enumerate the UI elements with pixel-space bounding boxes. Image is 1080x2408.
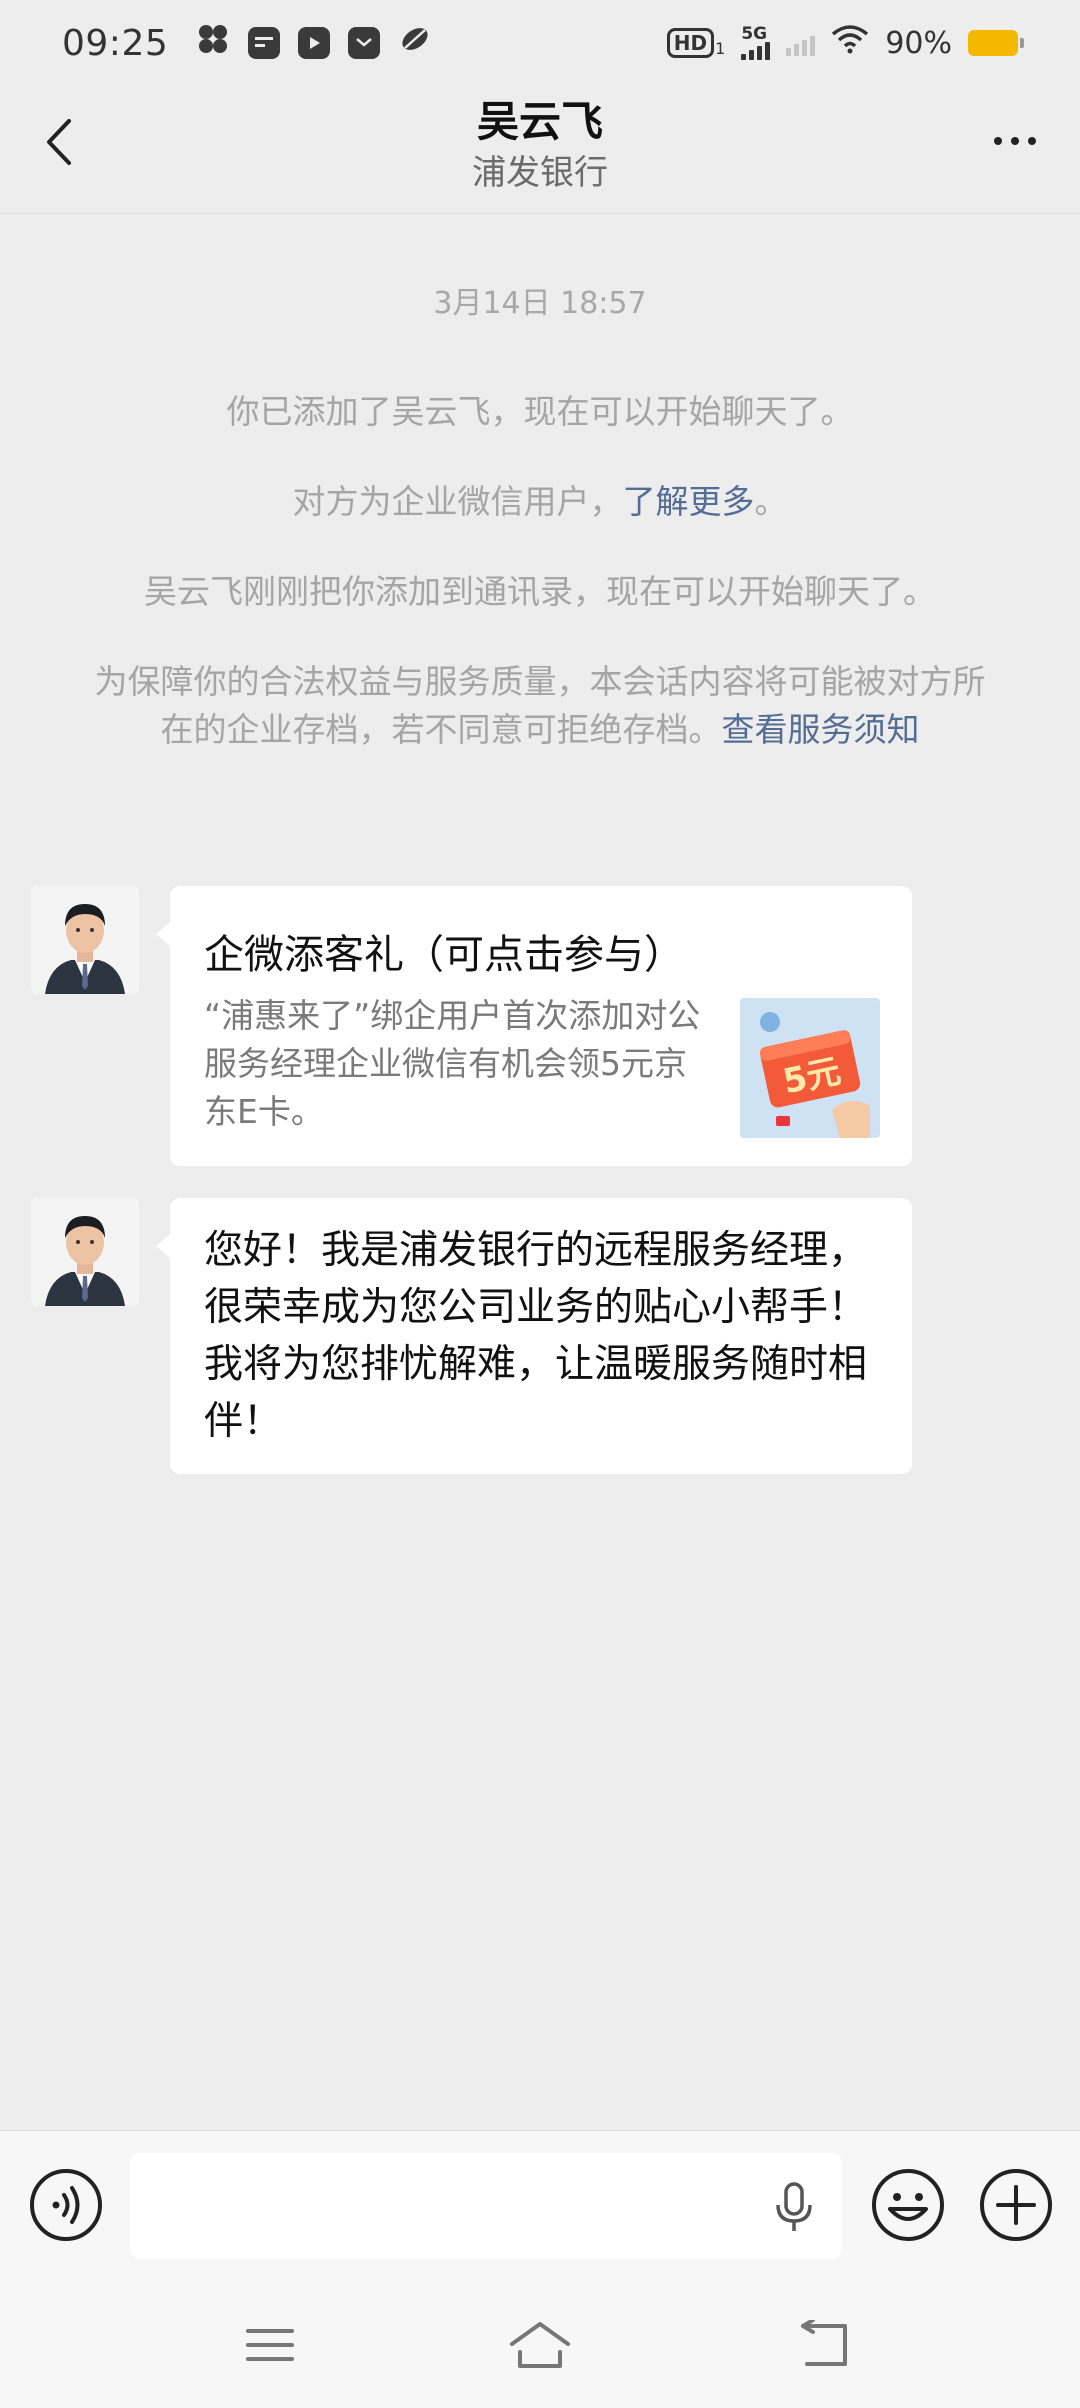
chat-subtitle: 浦发银行 bbox=[472, 153, 608, 193]
chat-screen: 09:25 HD 1 5G 90% 吴云飞 浦发银行 3月14日 18:57 你… bbox=[0, 0, 1080, 2408]
nav-back-button[interactable] bbox=[784, 2310, 864, 2380]
gift-card-image-icon: 5元 bbox=[740, 998, 880, 1138]
signal-bars-icon bbox=[741, 42, 771, 60]
fan-icon bbox=[196, 22, 230, 65]
service-notice-link[interactable]: 查看服务须知 bbox=[722, 710, 920, 749]
text-message: 您好！我是浦发银行的远程服务经理，很荣幸成为您公司业务的贴心小帮手！我将为您排忧… bbox=[204, 1228, 868, 1444]
system-message-text: 你已添加了吴云飞，现在可以开始聊天了。 bbox=[226, 392, 854, 431]
hd-indicator: HD 1 bbox=[666, 28, 726, 58]
learn-more-link[interactable]: 了解更多 bbox=[623, 482, 755, 521]
text-message-bubble[interactable]: 您好！我是浦发银行的远程服务经理，很荣幸成为您公司业务的贴心小帮手！我将为您排忧… bbox=[156, 1198, 912, 1474]
signal-5g: 5G bbox=[741, 24, 771, 60]
menu-icon bbox=[246, 2329, 294, 2361]
system-message-text: 对方为企业微信用户， bbox=[292, 482, 623, 521]
voice-input-button[interactable] bbox=[28, 2167, 104, 2243]
chat-title: 吴云飞 bbox=[476, 97, 603, 146]
more-dot-icon bbox=[1028, 137, 1036, 145]
message-timestamp: 3月14日 18:57 bbox=[433, 286, 647, 321]
title-wrap: 吴云飞 浦发银行 bbox=[0, 94, 1080, 196]
return-icon bbox=[801, 2320, 847, 2366]
status-bar: 09:25 HD 1 5G 90% bbox=[0, 0, 1080, 86]
more-options-button[interactable] bbox=[980, 116, 1050, 166]
system-message-archive: 为保障你的合法权益与服务质量，本会话内容将可能被对方所在的企业存档，若不同意可拒… bbox=[80, 658, 1000, 754]
more-dot-icon bbox=[994, 137, 1002, 145]
system-message-suffix: 。 bbox=[754, 482, 788, 521]
wifi-icon bbox=[831, 24, 869, 62]
system-nav-bar bbox=[0, 2278, 1080, 2408]
more-functions-button[interactable] bbox=[978, 2167, 1054, 2243]
emoji-button[interactable] bbox=[870, 2167, 946, 2243]
plus-circle-icon bbox=[980, 2169, 1052, 2241]
system-message-text: 吴云飞刚刚把你添加到通讯录，现在可以开始聊天了。 bbox=[144, 572, 936, 611]
card-thumbnail: 5元 bbox=[740, 998, 880, 1138]
hd-badge: HD bbox=[666, 28, 715, 58]
avatar[interactable] bbox=[31, 886, 139, 994]
status-left: 09:25 bbox=[62, 22, 432, 65]
promo-card-message[interactable]: 企微添客礼（可点击参与） “浦惠来了”绑企用户首次添加对公服务经理企业微信有机会… bbox=[156, 886, 912, 1166]
nav-home-button[interactable] bbox=[500, 2310, 580, 2380]
avatar[interactable] bbox=[31, 1198, 139, 1306]
mail-icon bbox=[348, 27, 381, 59]
system-message-contact: 吴云飞刚刚把你添加到通讯录，现在可以开始聊天了。 bbox=[80, 568, 1000, 616]
input-bar bbox=[0, 2130, 1080, 2278]
card-title: 企微添客礼（可点击参与） bbox=[204, 932, 684, 978]
battery-icon bbox=[968, 30, 1024, 56]
system-message-added: 你已添加了吴云飞，现在可以开始聊天了。 bbox=[80, 388, 1000, 436]
status-time: 09:25 bbox=[62, 22, 169, 64]
more-dot-icon bbox=[1011, 137, 1019, 145]
system-message-enterprise: 对方为企业微信用户，了解更多。 bbox=[80, 478, 1000, 526]
voice-icon bbox=[30, 2169, 102, 2241]
message-input[interactable] bbox=[130, 2153, 842, 2259]
home-icon bbox=[510, 2322, 570, 2368]
status-right: HD 1 5G 90% bbox=[666, 24, 1024, 62]
video-icon bbox=[298, 27, 331, 59]
signal-bars-dim-icon bbox=[786, 30, 816, 56]
network-label: 5G bbox=[741, 24, 768, 44]
leaf-icon bbox=[398, 22, 432, 65]
battery-percent: 90% bbox=[885, 25, 952, 61]
nav-menu-button[interactable] bbox=[230, 2310, 310, 2380]
microphone-icon bbox=[776, 2182, 812, 2231]
mic-button[interactable] bbox=[764, 2179, 824, 2235]
hd-sub: 1 bbox=[715, 39, 726, 58]
avatar-portrait-icon bbox=[31, 1198, 139, 1306]
chat-header: 吴云飞 浦发银行 bbox=[0, 86, 1080, 214]
card-icon bbox=[248, 27, 281, 59]
card-description: “浦惠来了”绑企用户首次添加对公服务经理企业微信有机会领5元京东E卡。 bbox=[204, 996, 701, 1131]
avatar-portrait-icon bbox=[31, 886, 139, 994]
emoji-icon bbox=[872, 2169, 944, 2241]
